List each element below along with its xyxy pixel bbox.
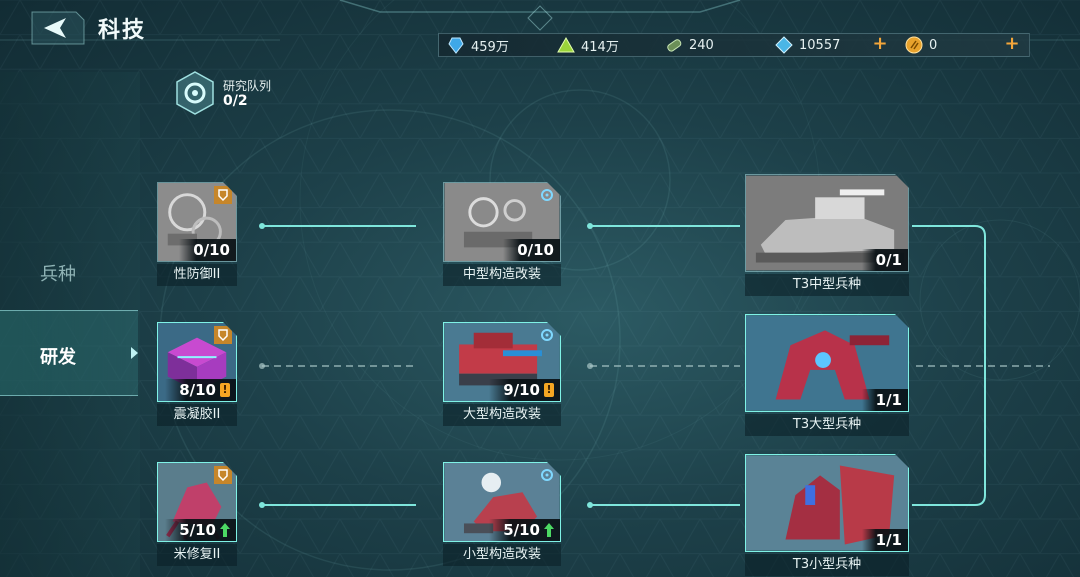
progress-badge: 5/10	[489, 519, 560, 541]
tech-node-t3-medium[interactable]: 0/1 T3中型兵种	[745, 174, 909, 296]
progress-badge: 0/1	[862, 249, 908, 271]
tech-node-t3-large[interactable]: 1/1 T3大型兵种	[745, 314, 909, 436]
progress-badge: 9/10 !	[489, 379, 560, 401]
progress-text: 0/1	[875, 251, 902, 269]
tech-node-image: 1/1	[745, 314, 909, 412]
shield-icon	[214, 466, 232, 484]
tech-node-gel[interactable]: 8/10 ! 震凝胶II	[157, 322, 237, 428]
gear-icon	[538, 326, 556, 344]
progress-text: 1/1	[875, 391, 902, 409]
tech-node-medium-mod[interactable]: 0/10 中型构造改装	[443, 182, 561, 288]
progress-text: 0/10	[517, 241, 554, 259]
upgrade-arrow-icon	[220, 523, 230, 537]
progress-text: 5/10	[503, 521, 540, 539]
tech-node-name: 性防御II	[157, 264, 237, 286]
progress-text: 5/10	[179, 521, 216, 539]
tech-node-image: 0/1	[745, 174, 909, 272]
warning-icon: !	[220, 383, 230, 397]
tech-node-image: 5/10	[157, 462, 237, 542]
tech-node-name: 米修复II	[157, 544, 237, 566]
upgrade-arrow-icon	[544, 523, 554, 537]
progress-badge: 1/1	[862, 529, 908, 551]
tech-node-name: 大型构造改装	[443, 404, 561, 426]
tech-node-t3-small[interactable]: 1/1 T3小型兵种	[745, 454, 909, 576]
tech-node-repair[interactable]: 5/10 米修复II	[157, 462, 237, 568]
gear-icon	[538, 186, 556, 204]
progress-badge: 0/10	[179, 239, 236, 261]
progress-text: 0/10	[193, 241, 230, 259]
tech-node-large-mod[interactable]: 9/10 ! 大型构造改装	[443, 322, 561, 428]
progress-text: 1/1	[875, 531, 902, 549]
warning-icon: !	[544, 383, 554, 397]
tech-node-name: T3中型兵种	[745, 274, 909, 296]
tech-node-small-mod[interactable]: 5/10 小型构造改装	[443, 462, 561, 568]
progress-text: 9/10	[503, 381, 540, 399]
tech-node-name: 中型构造改装	[443, 264, 561, 286]
tech-node-defense[interactable]: 0/10 性防御II	[157, 182, 237, 288]
gear-icon	[538, 466, 556, 484]
tech-node-name: T3大型兵种	[745, 414, 909, 436]
progress-text: 8/10	[179, 381, 216, 399]
shield-icon	[214, 186, 232, 204]
tech-node-image: 1/1	[745, 454, 909, 552]
shield-icon	[214, 326, 232, 344]
tech-node-name: 小型构造改装	[443, 544, 561, 566]
tech-node-image: 5/10	[443, 462, 561, 542]
tech-node-name: 震凝胶II	[157, 404, 237, 426]
progress-badge: 8/10 !	[165, 379, 236, 401]
tech-node-image: 0/10	[443, 182, 561, 262]
tech-node-image: 0/10	[157, 182, 237, 262]
tech-node-image: 8/10 !	[157, 322, 237, 402]
tech-node-image: 9/10 !	[443, 322, 561, 402]
tech-node-name: T3小型兵种	[745, 554, 909, 576]
progress-badge: 1/1	[862, 389, 908, 411]
progress-badge: 0/10	[503, 239, 560, 261]
progress-badge: 5/10	[165, 519, 236, 541]
